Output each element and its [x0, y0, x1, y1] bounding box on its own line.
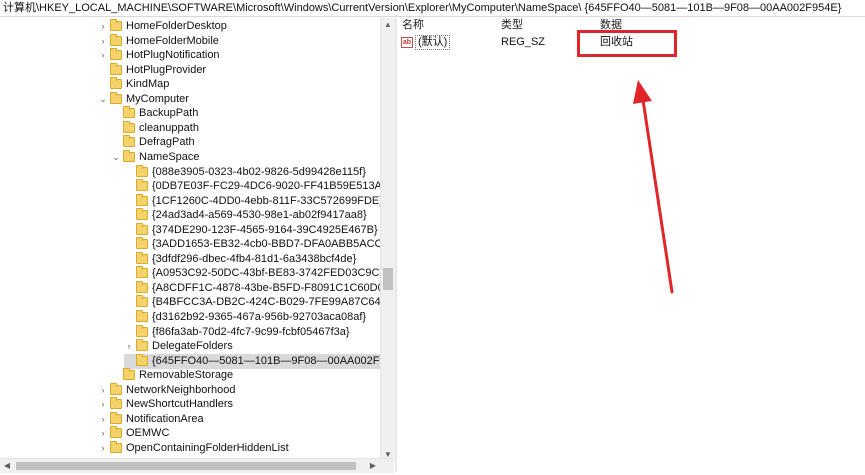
annotation-arrow [633, 80, 674, 294]
